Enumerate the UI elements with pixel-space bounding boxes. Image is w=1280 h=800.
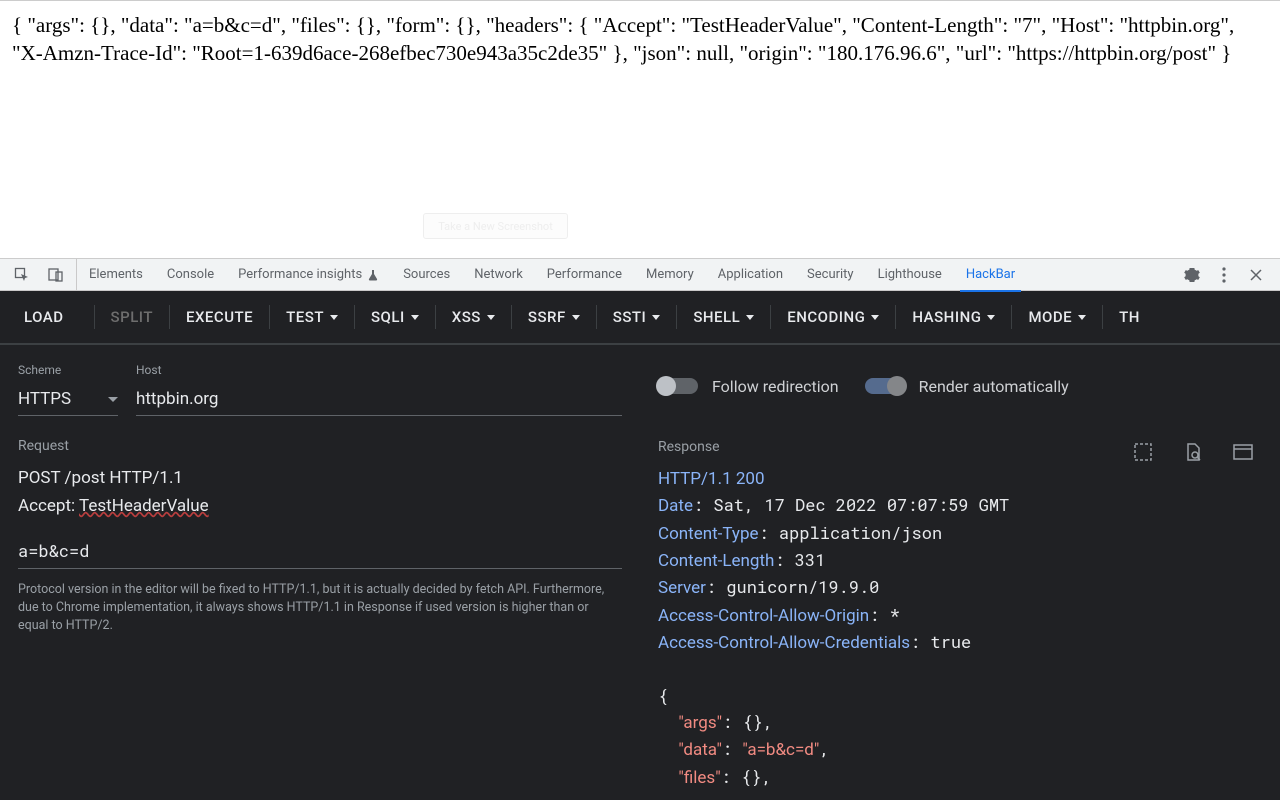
host-label: Host (136, 363, 622, 377)
screenshot-watermark: Take a New Screenshot (423, 213, 568, 239)
request-section-label: Request (18, 438, 622, 454)
hashing-menu[interactable]: HASHING (898, 291, 1009, 344)
encoding-menu[interactable]: ENCODING (773, 291, 893, 344)
device-toolbar-icon[interactable] (48, 267, 64, 283)
overflow-menu[interactable]: TH (1105, 291, 1154, 344)
devtools-tab-performance-insights[interactable]: Performance insights (226, 259, 391, 291)
split-button[interactable]: SPLIT (97, 291, 167, 344)
response-section-label: Response (658, 439, 1132, 455)
scheme-label: Scheme (18, 363, 118, 377)
devtools-tab-bar: ElementsConsolePerformance insightsSourc… (0, 259, 1280, 291)
devtools-tab-elements[interactable]: Elements (77, 259, 155, 291)
mode-menu[interactable]: MODE (1014, 291, 1100, 344)
host-input[interactable] (136, 385, 622, 416)
protocol-hint: Protocol version in the editor will be f… (18, 581, 618, 635)
xss-menu[interactable]: XSS (438, 291, 509, 344)
hackbar-panel: LOAD SPLIT EXECUTE TEST SQLI XSS SSRF SS… (0, 291, 1280, 800)
load-dropdown[interactable] (78, 291, 92, 344)
devtools-panel: ElementsConsolePerformance insightsSourc… (0, 258, 1280, 800)
scheme-select[interactable]: HTTPS (18, 385, 118, 416)
hackbar-toolbar: LOAD SPLIT EXECUTE TEST SQLI XSS SSRF SS… (0, 291, 1280, 345)
open-window-icon[interactable] (1232, 441, 1254, 463)
devtools-tab-lighthouse[interactable]: Lighthouse (866, 259, 954, 291)
follow-redirection-label: Follow redirection (712, 377, 839, 396)
select-all-icon[interactable] (1132, 441, 1154, 463)
kebab-menu-icon[interactable] (1216, 267, 1232, 283)
request-editor[interactable]: POST /post HTTP/1.1 Accept: TestHeaderVa… (18, 464, 622, 519)
sqli-menu[interactable]: SQLI (357, 291, 433, 344)
render-automatically-label: Render automatically (919, 377, 1069, 396)
devtools-tab-application[interactable]: Application (706, 259, 795, 291)
load-button[interactable]: LOAD (10, 291, 78, 344)
shell-menu[interactable]: SHELL (679, 291, 768, 344)
devtools-tab-hackbar[interactable]: HackBar (954, 259, 1027, 291)
ssti-menu[interactable]: SSTI (599, 291, 675, 344)
request-column: Scheme HTTPS Host Request POST /post HTT… (0, 345, 640, 800)
devtools-tab-sources[interactable]: Sources (391, 259, 462, 291)
inspect-icon[interactable] (14, 267, 30, 283)
find-in-page-icon[interactable] (1182, 441, 1204, 463)
ssrf-menu[interactable]: SSRF (514, 291, 594, 344)
close-icon[interactable] (1248, 267, 1264, 283)
request-body-input[interactable]: a=b&c=d (18, 539, 622, 569)
beaker-icon (367, 269, 379, 281)
test-menu[interactable]: TEST (272, 291, 352, 344)
execute-button[interactable]: EXECUTE (172, 291, 267, 344)
response-viewer[interactable]: HTTP/1.1 200 Date: Sat, 17 Dec 2022 07:0… (658, 465, 1262, 791)
devtools-tab-network[interactable]: Network (462, 259, 535, 291)
settings-icon[interactable] (1184, 267, 1200, 283)
render-automatically-toggle[interactable] (865, 378, 905, 394)
follow-redirection-toggle[interactable] (658, 378, 698, 394)
devtools-tab-security[interactable]: Security (795, 259, 866, 291)
chevron-down-icon (108, 397, 118, 402)
page-response-body: { "args": {}, "data": "a=b&c=d", "files"… (0, 0, 1280, 258)
devtools-tab-console[interactable]: Console (155, 259, 226, 291)
response-column: Follow redirection Render automatically … (640, 345, 1280, 800)
devtools-tab-performance[interactable]: Performance (535, 259, 634, 291)
devtools-tab-memory[interactable]: Memory (634, 259, 706, 291)
